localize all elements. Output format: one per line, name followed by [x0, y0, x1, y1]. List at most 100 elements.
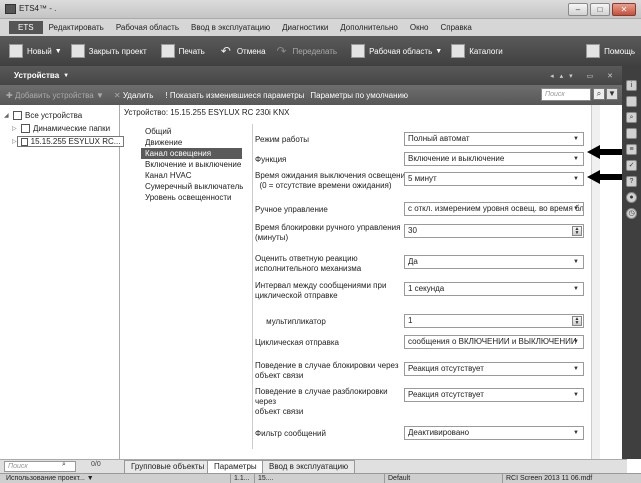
redo-button[interactable]: ↷ Переделать	[275, 44, 338, 58]
nav-item-hvac-channel[interactable]: Канал HVAC	[141, 170, 242, 181]
param-dropdown[interactable]: Полный автомат ▼	[404, 132, 584, 146]
menu-commissioning[interactable]: Ввод в эксплуатацию	[185, 23, 276, 32]
filter-icon[interactable]: ▼	[606, 88, 618, 100]
print-button[interactable]: Печать	[160, 44, 205, 58]
close-project-button[interactable]: Закрыть проект	[70, 44, 147, 58]
param-dropdown[interactable]: Реакция отсутствует ▼	[404, 362, 584, 376]
search-icon[interactable]: ⌕	[62, 461, 66, 469]
param-dropdown[interactable]: Да ▼	[404, 255, 584, 269]
search-icon[interactable]: ⌕	[593, 88, 605, 100]
param-label: Поведение в случае разблокировки через о…	[255, 387, 388, 416]
nav-item-on-off[interactable]: Включение и выключение	[141, 159, 242, 170]
param-value: с откл. измерением уровня освещ. во врем…	[408, 204, 584, 213]
menu-extras[interactable]: Дополнительно	[334, 23, 404, 32]
maximize-button[interactable]: □	[590, 3, 610, 16]
param-value: 5 минут	[408, 174, 437, 183]
checklist-icon[interactable]: ✓	[626, 160, 637, 171]
status-database: RCI Screen 2013 11 06.mdf	[502, 474, 641, 483]
selected-device[interactable]: 15.15.255 ESYLUX RC...	[16, 136, 125, 147]
tab-commissioning[interactable]: Ввод в эксплуатацию	[262, 460, 356, 473]
add-devices-button[interactable]: ✚ Добавить устройства ▼	[6, 91, 104, 100]
new-project-button[interactable]: Новый ▼	[9, 44, 62, 58]
nav-item-general[interactable]: Общий	[141, 126, 242, 137]
delete-icon: ✕	[113, 90, 123, 100]
param-spinbox[interactable]: 30 ▲ ▼	[404, 224, 584, 238]
workspace-icon	[351, 44, 366, 58]
info-icon[interactable]: i	[626, 80, 637, 91]
tree-item-all-devices[interactable]: ◢ Все устройства	[0, 109, 119, 122]
param-spinbox[interactable]: 1 ▲ ▼	[404, 314, 584, 328]
tree-item-device[interactable]: ▷ 15.15.255 ESYLUX RC...	[0, 135, 125, 148]
parameter-panel: Режим работы Полный автомат ▼ Функция Включе…	[252, 124, 589, 449]
param-label: Поведение в случае блокировки через объе…	[255, 361, 399, 380]
device-icon	[20, 137, 28, 146]
show-changed-params-button[interactable]: ! Показать изменившиеся параметры	[165, 91, 304, 100]
param-dropdown[interactable]: 5 минут ▼	[404, 172, 584, 186]
collapse-icon[interactable]: ▷	[12, 125, 21, 132]
chevron-down-icon: ▼	[573, 259, 579, 265]
workspace-button[interactable]: Рабочая область ▼	[351, 44, 442, 58]
main-toolbar: Новый ▼ Закрыть проект Печать ↶ Отмена ↷ Пе…	[0, 36, 641, 66]
param-dropdown[interactable]: с откл. измерением уровня освещ. во врем…	[404, 202, 584, 216]
catalogs-button[interactable]: Каталоги	[451, 44, 503, 58]
spin-arrows-icon[interactable]: ▲ ▼	[572, 316, 582, 326]
window-icon[interactable]	[626, 128, 637, 139]
folder-icon[interactable]	[626, 96, 637, 107]
panel-window-controls[interactable]: ◂▴▾ ▭ ✕	[550, 72, 619, 80]
param-value: Полный автомат	[408, 134, 470, 143]
panel-title: Устройства	[14, 71, 60, 80]
param-dropdown[interactable]: Включение и выключение ▼	[404, 152, 584, 166]
param-value: 1 секунда	[408, 284, 445, 293]
chevron-down-icon: ▼	[573, 392, 579, 398]
nav-item-light-level[interactable]: Уровень освещенности	[141, 192, 242, 203]
record-icon[interactable]: ●	[626, 192, 637, 203]
nav-item-motion[interactable]: Движение	[141, 137, 242, 148]
tab-parameters[interactable]: Параметры	[207, 460, 264, 473]
spin-arrows-icon[interactable]: ▲ ▼	[572, 226, 582, 236]
help-button[interactable]: Помощь	[586, 44, 635, 58]
chevron-down-icon: ▼	[573, 366, 579, 372]
param-dropdown[interactable]: 1 секунда ▼	[404, 282, 584, 296]
param-value: Реакция отсутствует	[408, 390, 484, 399]
param-label: Оценить ответную реакцию исполнительного…	[255, 254, 362, 273]
tree-item-dynamic-folders[interactable]: ▷ Динамические папки	[0, 122, 119, 135]
undo-icon: ↶	[220, 44, 231, 58]
param-dropdown[interactable]: Деактивировано ▼	[404, 426, 584, 440]
undo-button[interactable]: ↶ Отмена	[219, 44, 266, 58]
status-project[interactable]: Использование проект... ▼	[0, 474, 112, 483]
side-toolstrip: i ⌕ ≡ ✓ ? ● ◷	[622, 66, 641, 459]
chevron-down-icon: ▼	[95, 90, 104, 100]
menu-diagnostics[interactable]: Диагностики	[276, 23, 334, 32]
device-tree: ◢ Все устройства ▷ Динамические папки ▷ …	[0, 105, 125, 459]
search-input[interactable]: Поиск	[541, 88, 591, 101]
param-dropdown[interactable]: сообщения о ВКЛЮЧЕНИИ и ВЫКЛЮЧЕНИИ ▼	[404, 335, 584, 349]
search-icon[interactable]: ⌕	[626, 112, 637, 123]
tab-group-objects[interactable]: Групповые объекты	[124, 460, 212, 473]
param-dropdown[interactable]: Реакция отсутствует ▼	[404, 388, 584, 402]
param-label: Фильтр сообщений	[255, 429, 326, 438]
devices-folder-icon	[13, 111, 22, 120]
clock-icon[interactable]: ◷	[626, 208, 637, 219]
chevron-down-icon: ▼	[573, 176, 579, 182]
close-window-button[interactable]: ✕	[612, 3, 636, 16]
new-project-icon	[9, 44, 23, 58]
default-params-button[interactable]: Параметры по умолчанию	[310, 91, 408, 100]
printer-icon	[160, 44, 175, 58]
list-icon[interactable]: ≡	[626, 144, 637, 155]
question-icon[interactable]: ?	[626, 176, 637, 187]
menu-help[interactable]: Справка	[434, 23, 477, 32]
delete-button[interactable]: ✕ Удалить	[114, 91, 153, 100]
menu-window[interactable]: Окно	[404, 23, 435, 32]
expand-icon[interactable]: ◢	[4, 112, 13, 119]
device-header: Устройство: 15.15.255 ESYLUX RC 230i KNX	[124, 108, 290, 117]
chevron-down-icon[interactable]: ▼	[63, 73, 69, 79]
param-value: 1	[408, 316, 413, 325]
minimize-button[interactable]: –	[568, 3, 588, 16]
param-value: Деактивировано	[408, 428, 470, 437]
nav-item-twilight-switch[interactable]: Сумеречный выключатель	[141, 181, 243, 192]
nav-item-lighting-channel[interactable]: Канал освещения	[141, 148, 242, 159]
chevron-down-icon: ▼	[573, 339, 579, 345]
menu-ets[interactable]: ETS	[9, 21, 43, 34]
menu-edit[interactable]: Редактировать	[43, 23, 110, 32]
menu-workspace[interactable]: Рабочая область	[110, 23, 185, 32]
